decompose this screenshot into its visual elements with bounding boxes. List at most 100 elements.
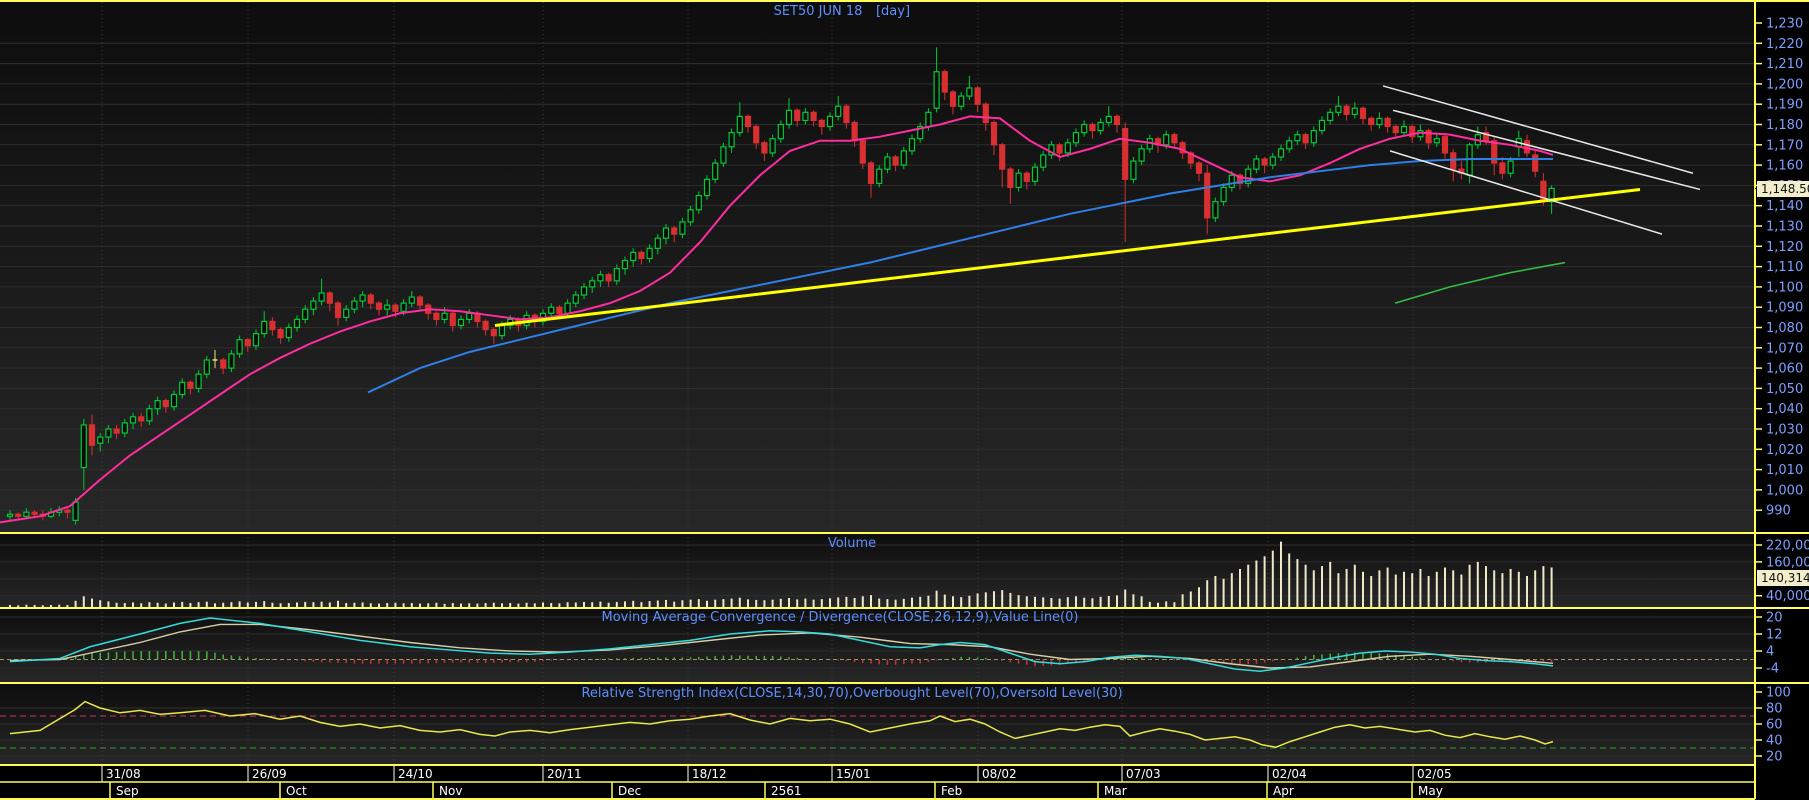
candle-down[interactable] — [753, 125, 760, 144]
candle-up[interactable] — [835, 105, 842, 117]
candle-down[interactable] — [15, 513, 22, 517]
date-tick-label[interactable]: 31/08 — [106, 767, 141, 781]
chart-canvas[interactable]: 1,230 1,220 1,210 1,200 1,190 1,180 1,170 1,160… — [0, 0, 1809, 800]
candle-down[interactable] — [113, 428, 120, 434]
candle-up[interactable] — [900, 150, 907, 166]
candle-up[interactable] — [121, 422, 128, 434]
candle-up[interactable] — [261, 320, 268, 335]
candle-up[interactable] — [252, 332, 260, 347]
candle-down[interactable] — [269, 320, 276, 331]
candle-up[interactable] — [1097, 121, 1104, 132]
date-tick-label[interactable]: 02/05 — [1417, 767, 1452, 781]
candle-down[interactable] — [187, 381, 194, 389]
candle-up[interactable] — [343, 308, 350, 318]
candle-down[interactable] — [326, 292, 333, 304]
candle-down[interactable] — [974, 87, 981, 105]
date-tick-label[interactable]: 26/09 — [252, 767, 287, 781]
candle-down[interactable] — [433, 312, 440, 320]
candle-up[interactable] — [687, 209, 694, 223]
candle-down[interactable] — [818, 119, 825, 128]
date-tick-label[interactable]: 24/10 — [398, 767, 433, 781]
candle-up[interactable] — [769, 138, 776, 154]
candle-up[interactable] — [1015, 172, 1022, 189]
candle-up[interactable] — [1228, 174, 1235, 189]
candle-up[interactable] — [597, 274, 604, 282]
candle-up[interactable] — [646, 247, 653, 260]
candle-up[interactable] — [876, 168, 883, 184]
candle-up[interactable] — [958, 95, 965, 107]
candle-up[interactable] — [1064, 142, 1071, 154]
candle-down[interactable] — [1384, 117, 1391, 128]
candle-up[interactable] — [966, 87, 973, 97]
candle-up[interactable] — [1220, 186, 1227, 203]
candle-down[interactable] — [843, 105, 850, 124]
candle-up[interactable] — [1400, 125, 1408, 134]
candle-up[interactable] — [80, 424, 87, 469]
candle-up[interactable] — [728, 132, 735, 148]
candle-up[interactable] — [1351, 107, 1358, 115]
candle-up[interactable] — [1081, 123, 1088, 134]
candle-up[interactable] — [736, 115, 743, 134]
candle-down[interactable] — [810, 111, 817, 122]
candle-up[interactable] — [384, 304, 391, 310]
candle-down[interactable] — [1359, 107, 1367, 120]
candle-up[interactable] — [925, 111, 932, 128]
candle-down[interactable] — [162, 399, 169, 408]
candle-down[interactable] — [277, 328, 284, 339]
candle-up[interactable] — [154, 399, 161, 410]
candle-up[interactable] — [359, 294, 366, 302]
candle-up[interactable] — [654, 237, 661, 249]
candle-down[interactable] — [1056, 144, 1063, 154]
candle-down[interactable] — [941, 71, 948, 93]
candle-up[interactable] — [884, 156, 891, 170]
candle-down[interactable] — [1195, 162, 1203, 174]
candle-down[interactable] — [949, 91, 957, 107]
candle-up[interactable] — [1130, 160, 1137, 180]
candle-down[interactable] — [867, 162, 875, 184]
month-label[interactable]: Nov — [439, 784, 462, 798]
candle-up[interactable] — [613, 268, 620, 282]
candle-down[interactable] — [761, 142, 768, 154]
candle-down[interactable] — [1113, 115, 1121, 126]
candle-up[interactable] — [621, 259, 629, 270]
candle-down[interactable] — [1523, 140, 1531, 154]
candle-down[interactable] — [794, 109, 801, 122]
candle-down[interactable] — [605, 274, 612, 282]
candle-up[interactable] — [1072, 132, 1080, 144]
candle-up[interactable] — [572, 294, 579, 304]
candle-up[interactable] — [679, 221, 686, 235]
candle-up[interactable] — [310, 300, 317, 310]
candle-up[interactable] — [195, 373, 202, 390]
candle-down[interactable] — [1261, 158, 1268, 166]
candle-down[interactable] — [334, 302, 342, 318]
candle-down[interactable] — [1122, 127, 1129, 180]
candle-down[interactable] — [1204, 172, 1211, 219]
candle-up[interactable] — [302, 308, 309, 320]
candle-down[interactable] — [1368, 117, 1375, 126]
candle-up[interactable] — [1040, 154, 1047, 168]
candle-up[interactable] — [933, 71, 940, 109]
candle-up[interactable] — [564, 302, 571, 314]
candle-down[interactable] — [744, 115, 752, 128]
month-label[interactable]: Sep — [116, 784, 139, 798]
candle-up[interactable] — [826, 115, 834, 128]
candle-up[interactable] — [441, 312, 448, 320]
candle-up[interactable] — [777, 123, 784, 140]
candle-up[interactable] — [1163, 134, 1170, 146]
month-label[interactable]: Feb — [941, 784, 962, 798]
candle-up[interactable] — [1327, 111, 1334, 122]
candle-down[interactable] — [982, 103, 989, 124]
date-tick-label[interactable]: 18/12 — [692, 767, 727, 781]
candle-down[interactable] — [482, 320, 489, 331]
candle-up[interactable] — [662, 227, 670, 239]
candle-down[interactable] — [64, 509, 71, 513]
candle-up[interactable] — [580, 286, 588, 296]
date-tick-label[interactable]: 08/02 — [982, 767, 1017, 781]
candle-down[interactable] — [671, 227, 678, 235]
candle-down[interactable] — [999, 144, 1006, 170]
candle-up[interactable] — [179, 381, 186, 396]
month-label[interactable]: Oct — [286, 784, 307, 798]
candle-up[interactable] — [548, 306, 555, 314]
candle-up[interactable] — [1376, 117, 1383, 126]
candle-up[interactable] — [6, 513, 14, 517]
